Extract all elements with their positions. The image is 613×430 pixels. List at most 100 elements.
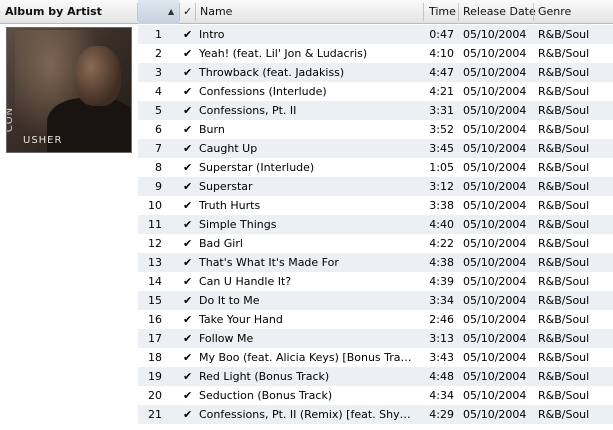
track-row[interactable]: 18 ✔ My Boo (feat. Alicia Keys) [Bonus Tra… (138, 348, 613, 367)
track-checkbox[interactable]: ✔ (183, 234, 195, 253)
track-checkbox[interactable]: ✔ (183, 310, 195, 329)
track-checkbox[interactable]: ✔ (183, 101, 195, 120)
track-row[interactable]: 17 ✔ Follow Me 3:13 05/10/2004 R&B/Soul (138, 329, 613, 348)
track-release-date: 05/10/2004 (463, 256, 527, 269)
column-divider[interactable] (179, 3, 180, 21)
track-checkbox[interactable]: ✔ (183, 367, 195, 386)
release-date-column-header[interactable]: Release Date (463, 0, 536, 24)
track-genre: R&B/Soul (538, 313, 590, 326)
track-genre: R&B/Soul (538, 370, 590, 383)
track-genre: R&B/Soul (538, 199, 590, 212)
track-checkbox[interactable]: ✔ (183, 196, 195, 215)
track-genre: R&B/Soul (538, 28, 590, 41)
album-artwork[interactable]: CON USHER (6, 27, 132, 153)
track-checkbox[interactable]: ✔ (183, 253, 195, 272)
track-checkbox[interactable]: ✔ (183, 25, 195, 44)
track-genre: R&B/Soul (538, 161, 590, 174)
track-time: 4:10 (429, 47, 454, 60)
track-time: 4:21 (429, 85, 454, 98)
track-number: 18 (148, 351, 162, 364)
track-genre: R&B/Soul (538, 218, 590, 231)
track-checkbox[interactable]: ✔ (183, 215, 195, 234)
track-row[interactable]: 9 ✔ Superstar 3:12 05/10/2004 R&B/Soul (138, 177, 613, 196)
track-number: 1 (155, 28, 162, 41)
track-row[interactable]: 12 ✔ Bad Girl 4:22 05/10/2004 R&B/Soul (138, 234, 613, 253)
track-checkbox[interactable]: ✔ (183, 120, 195, 139)
track-row[interactable]: 3 ✔ Throwback (feat. Jadakiss) 4:47 05/10/20… (138, 63, 613, 82)
track-row[interactable]: 15 ✔ Do It to Me 3:34 05/10/2004 R&B/Soul (138, 291, 613, 310)
track-checkbox[interactable]: ✔ (183, 139, 195, 158)
track-name: Superstar (Interlude) (199, 161, 315, 174)
genre-column-header[interactable]: Genre (538, 0, 571, 24)
track-release-date: 05/10/2004 (463, 123, 527, 136)
track-row[interactable]: 1 ✔ Intro 0:47 05/10/2004 R&B/Soul (138, 25, 613, 44)
track-row[interactable]: 21 ✔ Confessions, Pt. II (Remix) [feat. Sh… (138, 405, 613, 424)
track-release-date: 05/10/2004 (463, 28, 527, 41)
track-genre: R&B/Soul (538, 180, 590, 193)
track-checkbox[interactable]: ✔ (183, 63, 195, 82)
track-checkbox[interactable]: ✔ (183, 348, 195, 367)
track-checkbox[interactable]: ✔ (183, 272, 195, 291)
track-time: 4:48 (429, 370, 454, 383)
track-number: 5 (155, 104, 162, 117)
track-genre: R&B/Soul (538, 104, 590, 117)
column-header-bar: Album by Artist ▲ ✓ Name Time Release Da… (0, 0, 613, 24)
track-number: 2 (155, 47, 162, 60)
track-checkbox[interactable]: ✔ (183, 291, 195, 310)
name-column-header[interactable]: Name (200, 0, 232, 24)
track-row[interactable]: 2 ✔ Yeah! (feat. Lil' Jon & Ludacris) 4:10 0… (138, 44, 613, 63)
track-name: That's What It's Made For (199, 256, 339, 269)
track-number: 7 (155, 142, 162, 155)
column-divider[interactable] (458, 3, 459, 21)
track-row[interactable]: 16 ✔ Take Your Hand 2:46 05/10/2004 R&B/Soul (138, 310, 613, 329)
track-release-date: 05/10/2004 (463, 370, 527, 383)
track-row[interactable]: 5 ✔ Confessions, Pt. II 3:31 05/10/2004 R&B/S… (138, 101, 613, 120)
track-time: 3:38 (429, 199, 454, 212)
track-release-date: 05/10/2004 (463, 180, 527, 193)
sort-ascending-icon: ▲ (168, 7, 175, 16)
track-name: Take Your Hand (199, 313, 283, 326)
track-row[interactable]: 7 ✔ Caught Up 3:45 05/10/2004 R&B/Soul (138, 139, 613, 158)
track-name: Yeah! (feat. Lil' Jon & Ludacris) (199, 47, 368, 60)
track-release-date: 05/10/2004 (463, 294, 527, 307)
track-checkbox[interactable]: ✔ (183, 329, 195, 348)
track-number: 16 (148, 313, 162, 326)
track-time: 2:46 (429, 313, 454, 326)
column-divider[interactable] (423, 3, 424, 21)
track-time: 3:34 (429, 294, 454, 307)
track-row[interactable]: 11 ✔ Simple Things 4:40 05/10/2004 R&B/Soul (138, 215, 613, 234)
track-checkbox[interactable]: ✔ (183, 386, 195, 405)
track-row[interactable]: 4 ✔ Confessions (Interlude) 4:21 05/10/2004 R… (138, 82, 613, 101)
track-number: 10 (148, 199, 162, 212)
track-number: 11 (148, 218, 162, 231)
track-release-date: 05/10/2004 (463, 237, 527, 250)
track-checkbox[interactable]: ✔ (183, 44, 195, 63)
track-genre: R&B/Soul (538, 47, 590, 60)
track-release-date: 05/10/2004 (463, 161, 527, 174)
track-number: 6 (155, 123, 162, 136)
track-checkbox[interactable]: ✔ (183, 177, 195, 196)
track-release-date: 05/10/2004 (463, 313, 527, 326)
track-row[interactable]: 6 ✔ Burn 3:52 05/10/2004 R&B/Soul (138, 120, 613, 139)
track-checkbox[interactable]: ✔ (183, 82, 195, 101)
track-row[interactable]: 19 ✔ Red Light (Bonus Track) 4:48 05/10/2004… (138, 367, 613, 386)
album-by-artist-header[interactable]: Album by Artist (5, 0, 102, 24)
checkbox-column-header[interactable]: ✓ (183, 0, 192, 24)
track-name: Do It to Me (199, 294, 260, 307)
time-column-header[interactable]: Time (429, 0, 456, 24)
track-genre: R&B/Soul (538, 332, 590, 345)
track-name: Bad Girl (199, 237, 243, 250)
track-row[interactable]: 10 ✔ Truth Hurts 3:38 05/10/2004 R&B/Soul (138, 196, 613, 215)
track-checkbox[interactable]: ✔ (183, 158, 195, 177)
track-row[interactable]: 20 ✔ Seduction (Bonus Track) 4:34 05/10/2004… (138, 386, 613, 405)
column-divider[interactable] (195, 3, 196, 21)
column-divider[interactable] (533, 3, 534, 21)
track-release-date: 05/10/2004 (463, 85, 527, 98)
track-name: Red Light (Bonus Track) (199, 370, 330, 383)
track-release-date: 05/10/2004 (463, 408, 527, 421)
track-time: 0:47 (429, 28, 454, 41)
track-row[interactable]: 14 ✔ Can U Handle It? 4:39 05/10/2004 R&B/Sou… (138, 272, 613, 291)
track-checkbox[interactable]: ✔ (183, 405, 195, 424)
track-row[interactable]: 8 ✔ Superstar (Interlude) 1:05 05/10/2004 R&B… (138, 158, 613, 177)
track-row[interactable]: 13 ✔ That's What It's Made For 4:38 05/10/20… (138, 253, 613, 272)
